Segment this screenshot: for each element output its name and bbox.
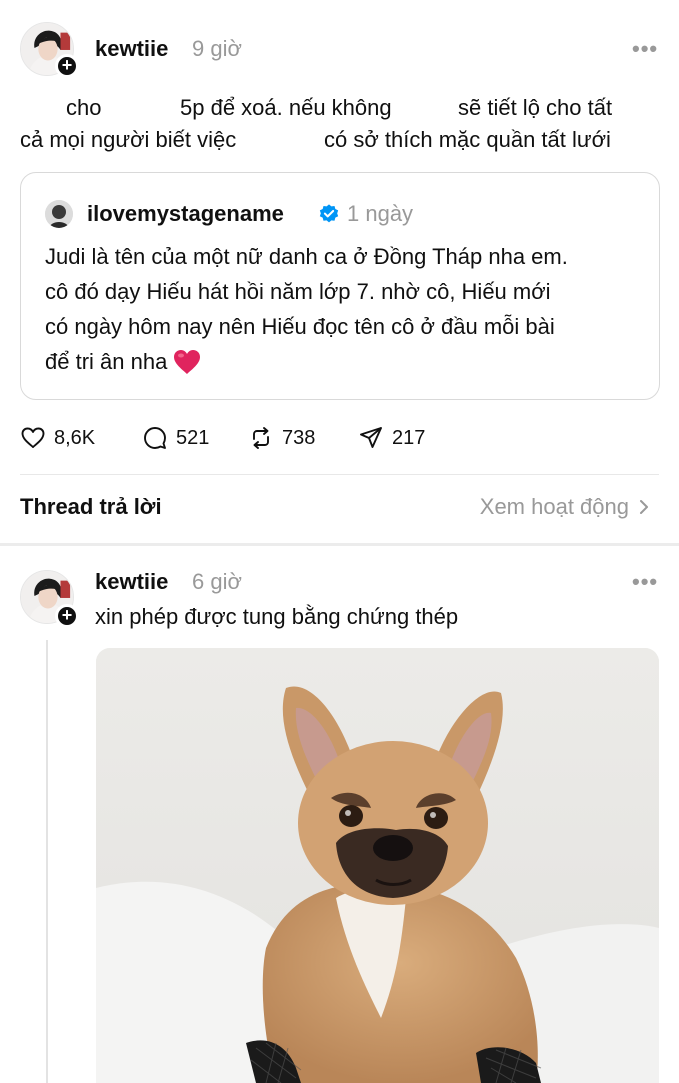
send-icon [360,427,382,448]
quoted-line: cô đó dạy Hiếu hát hồi năm lớp 7. nhờ cô… [45,279,551,304]
repost-icon [253,427,269,449]
post-text-segment: 5p để xoá. nếu không [180,95,392,120]
divider [20,474,659,475]
post-text-segment: có sở thích mặc quần tất lưới [324,127,611,152]
view-activity-label: Xem hoạt động [479,494,629,519]
french-bulldog-photo [96,648,659,1083]
comment-icon [144,427,166,449]
post-text: cho 5p để xoá. nếu không sẽ tiết lộ cho … [20,93,660,157]
quoted-username[interactable]: ilovemystagename [87,201,284,227]
username[interactable]: kewtiie [95,36,168,62]
thread-connector-line [46,640,48,1083]
section-separator [0,543,679,546]
quoted-timestamp: 1 ngày [347,201,414,226]
reply-button[interactable]: 521 [142,422,209,454]
reply-more-options-icon[interactable]: ••• [632,569,658,595]
reply-count: 521 [176,426,210,449]
like-count: 8,6K [54,426,96,449]
quoted-line-last: để tri ân nha [45,344,645,379]
quoted-line: Judi là tên của một nữ danh ca ở Đồng Th… [45,244,568,269]
reply-text: xin phép được tung bằng chứng thép [95,604,459,629]
follow-plus-icon[interactable]: + [55,604,79,628]
reply-timestamp: 6 giờ [192,569,242,594]
post-text-segment: sẽ tiết lộ cho tất [458,95,613,120]
post-text-segment: cho [66,95,102,120]
post-text-segment: cả mọi người biết việc [20,127,237,152]
view-activity-link[interactable]: Xem hoạt động [480,494,649,520]
quoted-avatar[interactable] [45,200,73,228]
follow-plus-icon[interactable]: + [55,54,79,78]
verified-badge-icon [319,204,339,223]
quoted-line: có ngày hôm nay nên Hiếu đọc tên cô ở đầ… [45,314,555,339]
quoted-post-card[interactable]: ilovemystagename 1 ngày Judi là tên của … [20,172,660,400]
heart-icon [21,427,45,448]
post-actions: 8,6K 521 738 217 [20,422,480,454]
share-count: 217 [392,426,426,449]
thread-replies-heading: Thread trả lời [20,494,162,519]
chevron-right-icon [640,500,648,514]
more-options-icon[interactable]: ••• [632,36,658,62]
repost-count: 738 [282,426,316,449]
reply-username[interactable]: kewtiie [95,569,168,595]
post-image[interactable] [96,648,659,1083]
repost-button[interactable]: 738 [248,422,315,454]
timestamp: 9 giờ [192,36,242,61]
like-button[interactable]: 8,6K [20,422,95,454]
quoted-post-text: Judi là tên của một nữ danh ca ở Đồng Th… [45,239,645,379]
quoted-line: để tri ân nha [45,349,168,374]
red-heart-emoji-icon [174,349,201,374]
share-button[interactable]: 217 [358,422,425,454]
